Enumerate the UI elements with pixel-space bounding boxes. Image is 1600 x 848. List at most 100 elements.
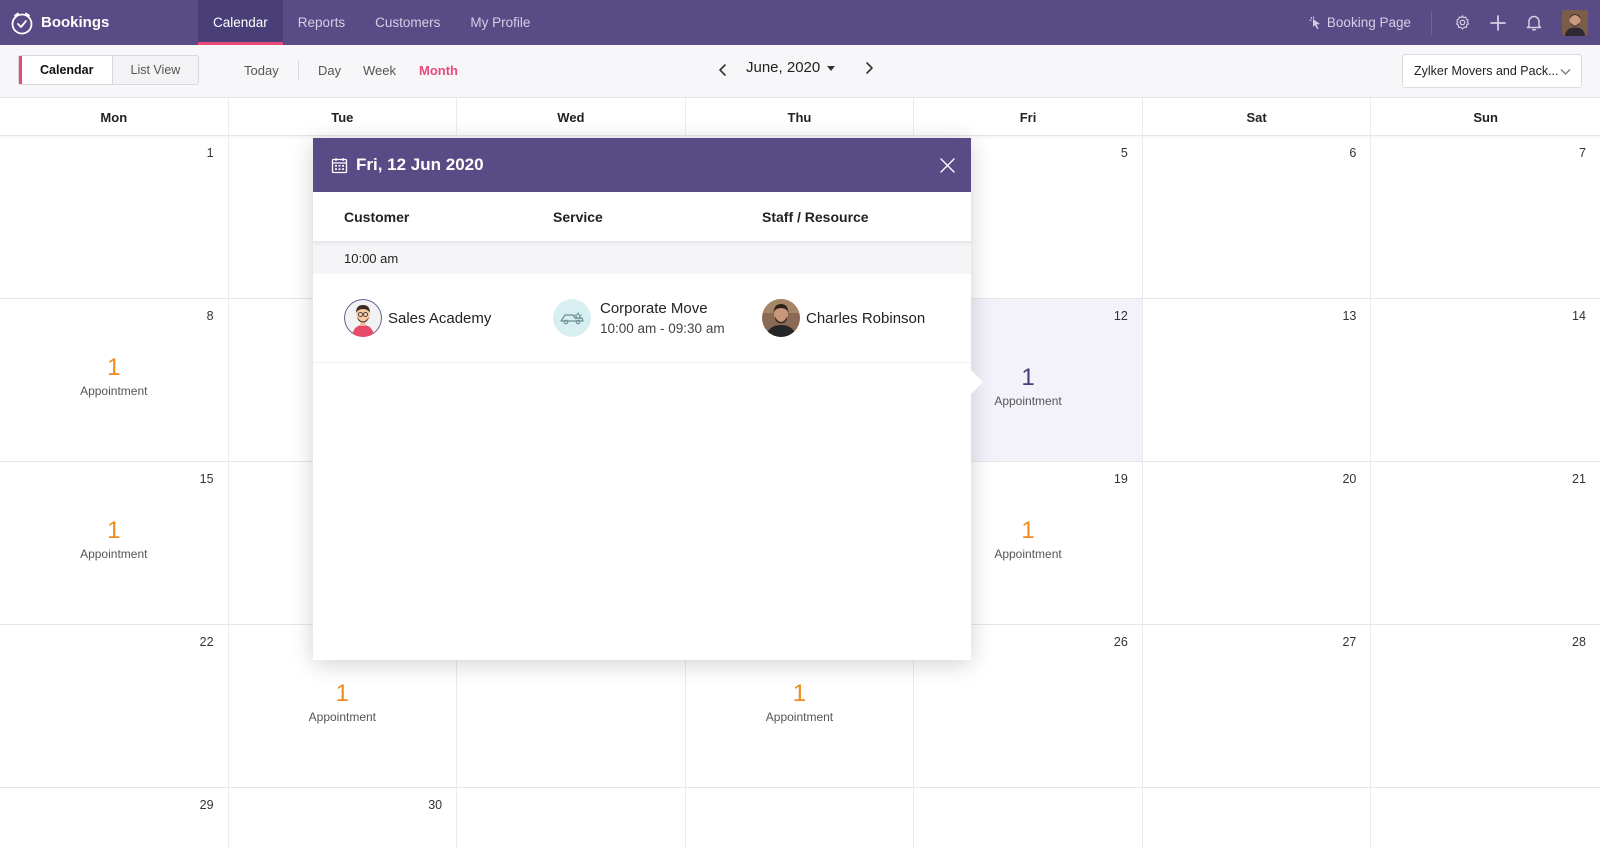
calendar-toolbar: Calendar List View Today Day Week Month …	[0, 45, 1600, 98]
appointment-summary[interactable]: 1 Appointment	[229, 680, 457, 725]
notifications-button[interactable]	[1516, 0, 1552, 45]
customer-avatar-icon	[344, 299, 382, 337]
calendar-day-cell[interactable]: 22	[0, 625, 229, 787]
day-number: 19	[1113, 472, 1128, 486]
dow-wed: Wed	[457, 98, 686, 136]
calendar-day-cell[interactable]: 29	[0, 788, 229, 848]
appointment-count: 1	[335, 680, 350, 707]
organization-select-value: Zylker Movers and Pack...	[1414, 64, 1559, 78]
column-customer: Customer	[344, 208, 410, 225]
dow-sat: Sat	[1143, 98, 1372, 136]
chevron-right-icon[interactable]	[862, 61, 876, 75]
user-photo-icon	[1562, 9, 1588, 36]
calendar-day-cell[interactable]: 20	[1143, 462, 1372, 624]
calendar-day-cell	[686, 788, 915, 848]
add-button[interactable]	[1480, 0, 1516, 45]
dow-mon: Mon	[0, 98, 229, 136]
user-avatar[interactable]	[1562, 9, 1588, 36]
view-mode-toggle: Calendar List View	[18, 55, 200, 85]
service-info: Corporate Move 10:00 am - 09:30 am	[600, 300, 725, 336]
list-view-button[interactable]: List View	[113, 56, 199, 84]
today-button[interactable]: Today	[244, 63, 279, 78]
top-nav: Bookings Calendar Reports Customers My P…	[0, 0, 1600, 45]
month-navigator: June, 2020	[716, 59, 876, 76]
day-number: 13	[1342, 309, 1357, 323]
appointment-count: 1	[792, 680, 807, 707]
calendar-day-cell[interactable]: 6	[1143, 136, 1372, 298]
dow-fri: Fri	[914, 98, 1143, 136]
tab-calendar[interactable]: Calendar	[198, 0, 283, 45]
settings-button[interactable]	[1444, 0, 1480, 45]
appointment-label: Appointment	[80, 547, 148, 561]
day-number: 29	[199, 798, 214, 812]
calendar-view-button[interactable]: Calendar	[19, 56, 113, 84]
day-number: 6	[1349, 146, 1357, 160]
popover-title: Fri, 12 Jun 2020	[356, 155, 484, 174]
calendar-day-cell[interactable]: 7	[1371, 136, 1600, 298]
calendar-day-cell[interactable]: 1	[0, 136, 229, 298]
cursor-click-icon	[1309, 15, 1320, 29]
tab-customers[interactable]: Customers	[360, 0, 455, 45]
booking-page-label: Booking Page	[1326, 15, 1411, 30]
month-view-button[interactable]: Month	[419, 63, 458, 78]
appointment-label: Appointment	[765, 710, 834, 724]
nav-actions: Booking Page	[1309, 0, 1600, 45]
day-number: 15	[199, 472, 214, 486]
calendar-day-cell[interactable]: 30	[229, 788, 458, 848]
appointment-summary[interactable]: 1 Appointment	[0, 518, 228, 562]
tab-my-profile[interactable]: My Profile	[455, 0, 545, 45]
booking-page-link[interactable]: Booking Page	[1309, 10, 1432, 35]
calendar-week-row: 29 30	[0, 788, 1600, 848]
day-of-week-header: Mon Tue Wed Thu Fri Sat Sun	[0, 98, 1600, 136]
day-number: 28	[1572, 635, 1586, 649]
calendar-day-cell[interactable]: 28	[1371, 625, 1600, 787]
tab-reports[interactable]: Reports	[283, 0, 360, 45]
calendar-day-cell[interactable]: 13	[1143, 299, 1372, 461]
popover-header: Fri, 12 Jun 2020	[313, 138, 971, 192]
calendar-icon	[331, 157, 348, 173]
dow-thu: Thu	[686, 98, 915, 136]
calendar-day-cell[interactable]: 21	[1371, 462, 1600, 624]
calendar-day-cell[interactable]: 8 1 Appointment	[0, 299, 229, 461]
day-number: 21	[1572, 472, 1586, 486]
staff-name: Charles Robinson	[806, 309, 926, 327]
day-number: 30	[428, 798, 443, 812]
service-avatar	[553, 299, 591, 337]
customer-avatar	[344, 299, 382, 337]
appointment-count: 1	[107, 354, 121, 381]
popover-column-headers: Customer Service Staff / Resource	[313, 192, 971, 242]
day-number: 12	[1113, 309, 1128, 323]
moving-truck-icon	[553, 299, 591, 337]
customer-cell: Sales Academy	[344, 299, 491, 337]
service-name: Corporate Move	[600, 300, 708, 317]
month-label[interactable]: June, 2020	[746, 59, 820, 76]
day-number: 7	[1578, 146, 1586, 160]
calendar-day-cell[interactable]: 15 1 Appointment	[0, 462, 229, 624]
column-staff: Staff / Resource	[762, 208, 869, 225]
bookings-logo-icon	[11, 12, 33, 34]
brand-name: Bookings	[41, 14, 110, 31]
calendar-day-cell[interactable]: 14	[1371, 299, 1600, 461]
close-popover-button[interactable]	[935, 153, 959, 177]
brand[interactable]: Bookings	[0, 0, 198, 45]
staff-avatar	[762, 299, 800, 337]
staff-cell: Charles Robinson	[762, 299, 925, 337]
calendar-day-cell[interactable]: 27	[1143, 625, 1372, 787]
day-number: 5	[1120, 146, 1128, 160]
staff-photo-icon	[762, 299, 800, 337]
appointment-entry[interactable]: Sales Academy Corporate Move 10:00 am - …	[313, 274, 971, 363]
plus-icon	[1490, 14, 1506, 31]
customer-name: Sales Academy	[388, 309, 492, 327]
caret-down-icon[interactable]	[826, 63, 836, 73]
day-view-button[interactable]: Day	[318, 63, 341, 78]
calendar-day-cell	[1371, 788, 1600, 848]
appointment-summary[interactable]: 1 Appointment	[686, 680, 914, 725]
calendar-day-cell	[457, 788, 686, 848]
chevron-left-icon[interactable]	[716, 63, 730, 77]
appointment-summary[interactable]: 1 Appointment	[0, 354, 228, 399]
week-view-button[interactable]: Week	[363, 63, 396, 78]
day-number: 14	[1572, 309, 1586, 323]
day-detail-popover: Fri, 12 Jun 2020 Customer Service Staff …	[313, 138, 983, 660]
popover-arrow	[971, 370, 983, 394]
organization-select[interactable]: Zylker Movers and Pack...	[1402, 54, 1582, 88]
